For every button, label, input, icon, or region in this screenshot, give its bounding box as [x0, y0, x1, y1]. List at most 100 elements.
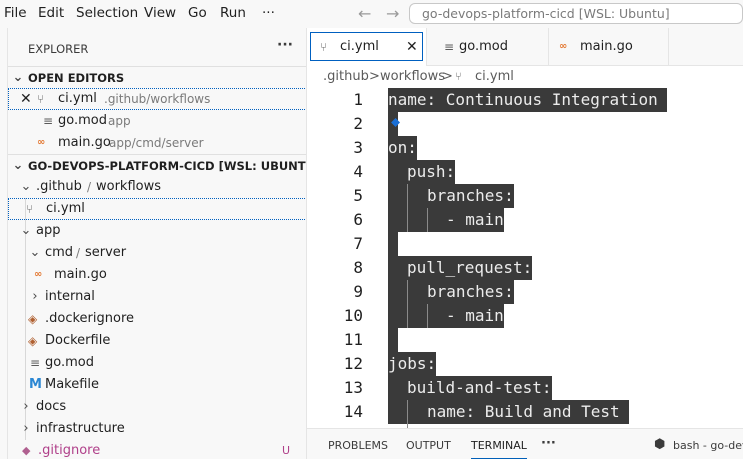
line-number: 13	[343, 378, 363, 397]
tree-label: go.mod	[45, 355, 94, 370]
tree-label: ci.yml	[46, 201, 85, 216]
arrow-right-icon[interactable]: →	[386, 4, 399, 23]
tree-file-makefile[interactable]: M Makefile	[8, 374, 306, 396]
chevron-down-icon: ⌄	[20, 223, 32, 238]
tree-file-go-mod[interactable]: ≡ go.mod	[8, 352, 306, 374]
open-editor-name: go.mod	[58, 113, 107, 128]
code-line[interactable]: - main	[388, 304, 504, 328]
yaml-file-icon: ⑂	[26, 202, 34, 216]
line-number: 5	[353, 186, 363, 205]
breadcrumb-sep: >	[442, 69, 453, 84]
menu-more[interactable]: ···	[262, 5, 275, 21]
close-icon[interactable]: ✕	[20, 88, 32, 110]
tree-label: .github	[36, 179, 82, 194]
more-actions-icon[interactable]: ···	[277, 37, 293, 53]
open-editor-path: .github/workflows	[104, 92, 211, 106]
close-icon[interactable]: ✕	[406, 28, 418, 66]
go-file-icon: ∞	[34, 269, 42, 280]
tab-terminal[interactable]: TERMINAL	[471, 439, 527, 459]
code-line[interactable]: - main	[388, 208, 504, 232]
code-line[interactable]	[388, 328, 398, 352]
tree-folder-internal[interactable]: › internal	[8, 286, 306, 308]
tree-file-dockerfile[interactable]: ◈ Dockerfile	[8, 330, 306, 352]
tree-label: app	[36, 223, 61, 238]
line-number: 6	[353, 210, 363, 229]
line-number: 2	[353, 114, 363, 133]
tree-folder-infrastructure[interactable]: › infrastructure	[8, 418, 306, 440]
menu-edit[interactable]: Edit	[38, 5, 64, 21]
code-line[interactable]: on:	[388, 136, 417, 160]
terminal-label[interactable]: bash - go-devo	[673, 439, 743, 452]
breadcrumb-item[interactable]: workflows	[380, 66, 445, 88]
menu-selection[interactable]: Selection	[76, 5, 138, 21]
workspace-header[interactable]: ⌄ GO-DEVOPS-PLATFORM-CICD [WSL: UBUNTU]	[8, 154, 307, 177]
panel-more-icon[interactable]: ···	[541, 436, 556, 451]
breadcrumb-item[interactable]: .github	[323, 66, 369, 88]
explorer-header: EXPLORER ···	[8, 28, 306, 68]
go-mod-file-icon: ≡	[43, 114, 54, 128]
yaml-file-icon: ⑂	[455, 70, 462, 83]
menu-file[interactable]: File	[4, 5, 27, 21]
go-mod-file-icon: ≡	[444, 40, 455, 54]
activity-bar-edge	[0, 28, 8, 459]
breadcrumb-item[interactable]: ci.yml	[475, 66, 514, 88]
lightbulb-icon[interactable]: ⬥	[391, 115, 400, 130]
open-editor-item-main-go[interactable]: ∞ main.go app/cmd/server	[8, 132, 306, 154]
tab-main-go[interactable]: ∞ main.go	[549, 28, 669, 66]
breadcrumb-sep: >	[369, 69, 380, 84]
menu-bar: File Edit Selection View Go Run ··· ← → …	[0, 0, 743, 28]
tab-go-mod[interactable]: ≡ go.mod	[427, 28, 549, 66]
tab-problems[interactable]: PROBLEMS	[328, 439, 388, 452]
tree-folder-app[interactable]: ⌄ app	[8, 220, 306, 242]
code-line[interactable]: push:	[388, 160, 456, 184]
tree-label: .dockerignore	[45, 311, 135, 326]
code-line[interactable]: name: Continuous Integration	[388, 88, 668, 112]
command-center[interactable]: go-devops-platform-cicd [WSL: Ubuntu]	[409, 3, 743, 24]
chevron-right-icon: ›	[23, 421, 29, 436]
explorer-title: EXPLORER	[28, 42, 89, 56]
tree-folder-cmd[interactable]: ⌄ cmd / server	[8, 242, 306, 264]
code-line[interactable]: pull_request:	[388, 256, 533, 280]
open-editor-item-go-mod[interactable]: ≡ go.mod app	[8, 110, 306, 132]
tree-file-ci-yml[interactable]: ⑂ ci.yml	[8, 198, 306, 220]
tree-file-main-go[interactable]: ∞ main.go	[8, 264, 306, 286]
tree-file-gitignore[interactable]: ◆ .gitignore U	[8, 440, 306, 459]
code-line[interactable]: name: Build and Test	[388, 400, 630, 424]
line-number: 10	[343, 306, 363, 325]
open-editors-header[interactable]: ⌄ OPEN EDITORS	[8, 66, 306, 89]
open-editor-item-ci-yml[interactable]: ✕ ⑂ ci.yml .github/workflows	[8, 88, 306, 110]
tree-label: docs	[36, 399, 67, 414]
menu-view[interactable]: View	[144, 5, 176, 21]
chevron-right-icon: ›	[32, 289, 38, 304]
docker-file-icon: ◈	[28, 334, 38, 348]
tree-sep: /	[76, 246, 81, 260]
arrow-left-icon[interactable]: ←	[358, 4, 371, 23]
tree-sep: /	[87, 180, 92, 194]
chevron-down-icon: ⌄	[12, 158, 24, 173]
editor-tabs: ⑂ ci.yml ✕ ≡ go.mod ∞ main.go	[307, 28, 743, 66]
go-mod-file-icon: ≡	[30, 356, 41, 370]
line-number: 11	[343, 330, 363, 349]
menu-go[interactable]: Go	[188, 5, 207, 21]
code-editor[interactable]: 1 name: Continuous Integration 2 ⬥ 3 on:…	[307, 88, 743, 428]
tree-folder-github[interactable]: ⌄ .github / workflows	[8, 176, 306, 198]
workspace-title: GO-DEVOPS-PLATFORM-CICD [WSL: UBUNTU]	[28, 159, 307, 173]
code-line[interactable]: jobs:	[388, 352, 437, 376]
tab-ci-yml[interactable]: ⑂ ci.yml ✕	[307, 28, 427, 66]
menu-run[interactable]: Run	[220, 5, 246, 21]
indent-guide	[407, 280, 408, 328]
tree-label: internal	[45, 289, 95, 304]
code-line[interactable]	[388, 232, 398, 256]
indent-guide	[427, 208, 428, 232]
line-number: 14	[343, 402, 363, 421]
tree-file-dockerignore[interactable]: ◈ .dockerignore	[8, 308, 306, 330]
tree-label: infrastructure	[36, 421, 125, 436]
code-line[interactable]: build-and-test:	[388, 376, 552, 400]
tab-label: ci.yml	[340, 39, 379, 54]
tree-label-2: workflows	[96, 179, 162, 194]
tree-folder-docs[interactable]: › docs	[8, 396, 306, 418]
tab-output[interactable]: OUTPUT	[406, 439, 451, 452]
terminal-icon: ⬢	[654, 437, 666, 452]
go-file-icon: ∞	[37, 137, 45, 148]
explorer-sidebar: EXPLORER ··· ⌄ OPEN EDITORS ✕ ⑂ ci.yml .…	[8, 28, 307, 459]
